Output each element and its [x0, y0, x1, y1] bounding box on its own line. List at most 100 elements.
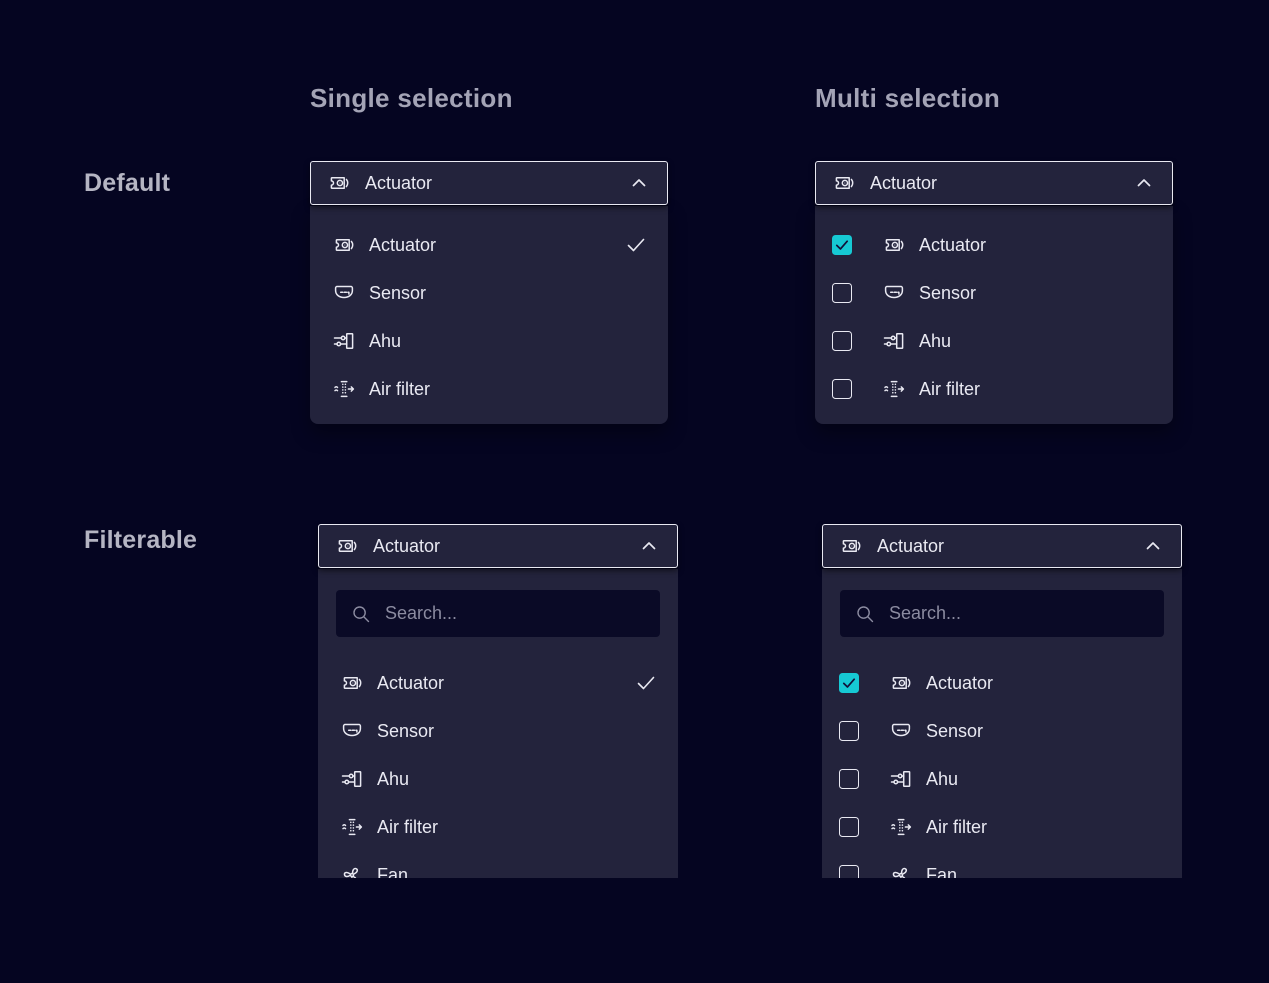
air-filter-icon	[882, 377, 906, 401]
checkbox-sensor[interactable]	[839, 721, 859, 741]
dropdown-panel: Actuator Sensor Ahu Air filter	[815, 206, 1173, 424]
search-input[interactable]	[383, 602, 647, 625]
option-air-filter[interactable]: Air filter	[822, 803, 1182, 851]
ahu-icon	[332, 329, 356, 353]
actuator-icon	[327, 171, 351, 195]
option-list: Actuator Sensor Ahu Air filter	[822, 659, 1182, 878]
option-sensor[interactable]: Sensor	[815, 269, 1173, 317]
option-label: Actuator	[369, 235, 436, 256]
checkbox-ahu[interactable]	[832, 331, 852, 351]
option-ahu[interactable]: Ahu	[822, 755, 1182, 803]
option-ahu[interactable]: Ahu	[318, 755, 678, 803]
row-label-default: Default	[84, 169, 170, 198]
air-filter-icon	[889, 815, 913, 839]
option-ahu[interactable]: Ahu	[815, 317, 1173, 365]
search-area	[822, 569, 1182, 637]
option-ahu[interactable]: Ahu	[310, 317, 668, 365]
option-air-filter[interactable]: Air filter	[318, 803, 678, 851]
select-value: Actuator	[373, 536, 440, 557]
dropdown-panel: Actuator Sensor Ahu Air filter	[822, 569, 1182, 878]
option-label: Fan	[926, 865, 957, 879]
air-filter-icon	[332, 377, 356, 401]
chevron-up-icon	[637, 534, 661, 558]
search-input[interactable]	[887, 602, 1151, 625]
actuator-icon	[889, 671, 913, 695]
actuator-icon	[839, 534, 863, 558]
search-area	[318, 569, 678, 637]
select-value: Actuator	[365, 173, 432, 194]
select-value: Actuator	[870, 173, 937, 194]
option-label: Fan	[377, 865, 408, 879]
option-list: Actuator Sensor Ahu Air filter Fa	[318, 659, 678, 878]
option-label: Air filter	[377, 817, 438, 838]
option-air-filter[interactable]: Air filter	[310, 365, 668, 413]
option-label: Sensor	[919, 283, 976, 304]
ahu-icon	[882, 329, 906, 353]
single-filterable-select: Actuator Actuator Sensor	[318, 524, 678, 878]
option-sensor[interactable]: Sensor	[822, 707, 1182, 755]
checkbox-air-filter[interactable]	[839, 817, 859, 837]
actuator-icon	[335, 534, 359, 558]
column-header-multi-selection: Multi selection	[815, 83, 1000, 114]
select-trigger[interactable]: Actuator	[822, 524, 1182, 568]
checkbox-air-filter[interactable]	[832, 379, 852, 399]
chevron-up-icon	[1132, 171, 1156, 195]
dropdown-panel: Actuator Sensor Ahu Air filter	[310, 206, 668, 424]
search-icon	[349, 602, 373, 626]
option-actuator[interactable]: Actuator	[822, 659, 1182, 707]
select-value: Actuator	[877, 536, 944, 557]
actuator-icon	[832, 171, 856, 195]
option-label: Ahu	[377, 769, 409, 790]
search-box[interactable]	[840, 590, 1164, 637]
chevron-up-icon	[627, 171, 651, 195]
option-actuator[interactable]: Actuator	[318, 659, 678, 707]
option-label: Ahu	[369, 331, 401, 352]
checkbox-actuator-checked[interactable]	[832, 235, 852, 255]
option-label: Sensor	[369, 283, 426, 304]
option-air-filter[interactable]: Air filter	[815, 365, 1173, 413]
checkbox-sensor[interactable]	[832, 283, 852, 303]
sensor-icon	[340, 719, 364, 743]
option-label: Ahu	[919, 331, 951, 352]
option-label: Sensor	[926, 721, 983, 742]
sensor-icon	[332, 281, 356, 305]
option-actuator[interactable]: Actuator	[310, 221, 668, 269]
multi-default-select: Actuator Actuator Sensor Ahu Air filter	[815, 161, 1173, 424]
option-label: Sensor	[377, 721, 434, 742]
ahu-icon	[889, 767, 913, 791]
actuator-icon	[340, 671, 364, 695]
option-label: Actuator	[377, 673, 444, 694]
chevron-up-icon	[1141, 534, 1165, 558]
option-label: Actuator	[926, 673, 993, 694]
check-icon	[624, 233, 648, 257]
option-fan[interactable]: Fan	[318, 851, 678, 878]
dropdown-clip: Actuator Sensor Ahu Air filter	[822, 569, 1182, 878]
check-icon	[634, 671, 658, 695]
select-trigger[interactable]: Actuator	[310, 161, 668, 205]
option-label: Air filter	[919, 379, 980, 400]
option-label: Air filter	[369, 379, 430, 400]
checkbox-actuator-checked[interactable]	[839, 673, 859, 693]
fan-icon	[340, 863, 364, 878]
checkbox-ahu[interactable]	[839, 769, 859, 789]
sensor-icon	[882, 281, 906, 305]
fan-icon	[889, 863, 913, 878]
column-header-single-selection: Single selection	[310, 83, 513, 114]
ahu-icon	[340, 767, 364, 791]
option-label: Ahu	[926, 769, 958, 790]
multi-filterable-select: Actuator Actuator Sensor	[822, 524, 1182, 878]
dropdown-clip: Actuator Sensor Ahu Air filter Fa	[318, 569, 678, 878]
select-trigger[interactable]: Actuator	[815, 161, 1173, 205]
sensor-icon	[889, 719, 913, 743]
checkbox-fan[interactable]	[839, 865, 859, 878]
actuator-icon	[332, 233, 356, 257]
option-fan[interactable]: Fan	[822, 851, 1182, 878]
option-actuator[interactable]: Actuator	[815, 221, 1173, 269]
option-sensor[interactable]: Sensor	[310, 269, 668, 317]
select-trigger[interactable]: Actuator	[318, 524, 678, 568]
single-default-select: Actuator Actuator Sensor Ahu Air filter	[310, 161, 668, 424]
search-box[interactable]	[336, 590, 660, 637]
option-sensor[interactable]: Sensor	[318, 707, 678, 755]
actuator-icon	[882, 233, 906, 257]
search-icon	[853, 602, 877, 626]
